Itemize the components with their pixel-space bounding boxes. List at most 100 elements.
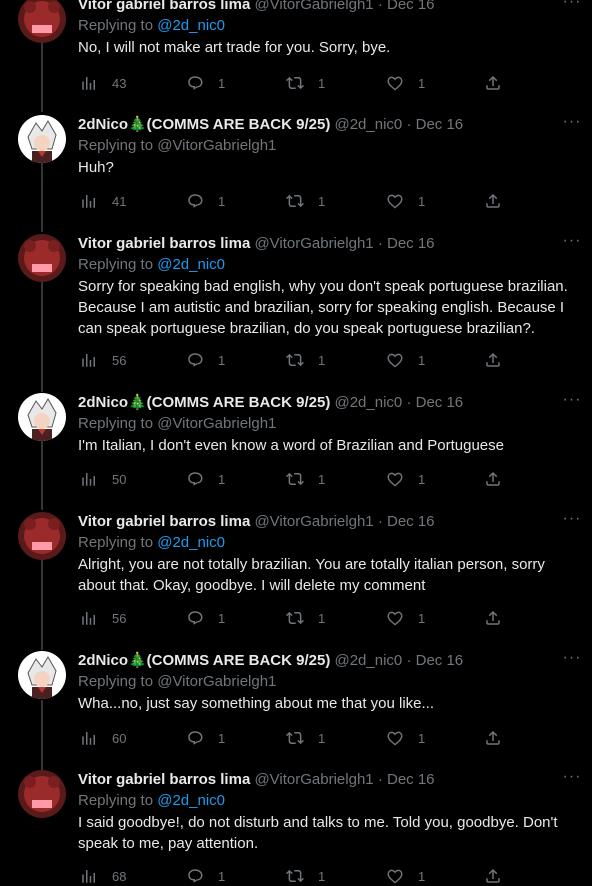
more-icon[interactable]: ···	[562, 511, 582, 532]
author-name[interactable]: Vitor gabriel barros lima	[78, 235, 250, 252]
avatar-image	[18, 115, 66, 163]
replying-handle-link[interactable]: @2d_nic0	[157, 256, 225, 273]
more-icon[interactable]: ···	[562, 769, 582, 790]
avatar-image	[18, 770, 66, 818]
retweet-button[interactable]: 1	[286, 608, 325, 628]
reply-button[interactable]: 1	[186, 469, 225, 489]
share-button[interactable]	[484, 350, 502, 370]
like-button[interactable]: 1	[386, 608, 425, 628]
author-name[interactable]: Vitor gabriel barros lima	[78, 771, 250, 788]
views-button[interactable]: 43	[80, 73, 126, 93]
reply-button[interactable]: 1	[186, 866, 225, 886]
author-name[interactable]: 2dNico🎄(COMMS ARE BACK 9/25)	[78, 652, 330, 669]
tweet[interactable]: Vitor gabriel barros lima @VitorGabrielg…	[0, 0, 592, 105]
share-button[interactable]	[484, 73, 502, 93]
tweet[interactable]: 2dNico🎄(COMMS ARE BACK 9/25) @2d_nic0 · …	[0, 392, 592, 503]
avatar-2dnico[interactable]	[18, 115, 66, 163]
replying-handle-link[interactable]: @VitorGabrielgh1	[157, 415, 276, 432]
retweet-button[interactable]: 1	[286, 191, 325, 211]
like-icon	[387, 76, 403, 91]
author-handle[interactable]: @2d_nic0	[334, 652, 402, 669]
author-name[interactable]: Vitor gabriel barros lima	[78, 513, 250, 530]
views-button[interactable]: 60	[80, 728, 126, 748]
reply-button[interactable]: 1	[186, 350, 225, 370]
like-button[interactable]: 1	[386, 469, 425, 489]
avatar-image	[18, 393, 66, 441]
reply-button[interactable]: 1	[186, 191, 225, 211]
replying-handle-link[interactable]: @VitorGabrielgh1	[157, 137, 276, 154]
like-count: 1	[418, 193, 426, 209]
more-icon[interactable]: ···	[562, 233, 582, 254]
share-button[interactable]	[484, 608, 502, 628]
share-button[interactable]	[484, 191, 502, 211]
share-icon	[486, 75, 500, 90]
more-icon[interactable]: ···	[562, 114, 582, 135]
avatar-2dnico[interactable]	[18, 393, 66, 441]
tweet-date[interactable]: Dec 16	[387, 235, 435, 252]
author-name[interactable]: 2dNico🎄(COMMS ARE BACK 9/25)	[78, 116, 330, 133]
avatar-vitor[interactable]	[18, 0, 66, 43]
like-button[interactable]: 1	[386, 350, 425, 370]
avatar-vitor[interactable]	[18, 770, 66, 818]
views-button[interactable]: 68	[80, 866, 126, 886]
tweet[interactable]: Vitor gabriel barros lima @VitorGabrielg…	[0, 511, 592, 642]
like-button[interactable]: 1	[386, 191, 425, 211]
tweet[interactable]: Vitor gabriel barros lima @VitorGabrielg…	[0, 769, 592, 884]
author-name[interactable]: 2dNico🎄(COMMS ARE BACK 9/25)	[78, 394, 330, 411]
more-icon[interactable]: ···	[562, 392, 582, 413]
like-icon	[387, 472, 403, 487]
views-count: 68	[112, 868, 127, 884]
avatar-vitor[interactable]	[18, 512, 66, 560]
avatar-image	[18, 651, 66, 699]
like-icon	[387, 869, 403, 884]
share-button[interactable]	[484, 728, 502, 748]
reply-button[interactable]: 1	[186, 728, 225, 748]
share-button[interactable]	[484, 866, 502, 886]
author-handle[interactable]: @VitorGabrielgh1	[254, 513, 373, 530]
retweet-button[interactable]: 1	[286, 866, 325, 886]
avatar-image	[18, 234, 66, 282]
like-button[interactable]: 1	[386, 73, 425, 93]
more-icon[interactable]: ···	[562, 650, 582, 671]
replying-handle-link[interactable]: @2d_nic0	[157, 534, 225, 551]
tweet-date[interactable]: Dec 16	[416, 116, 464, 133]
tweet-date[interactable]: Dec 16	[387, 0, 435, 13]
views-button[interactable]: 56	[80, 350, 126, 370]
views-button[interactable]: 50	[80, 469, 126, 489]
tweet-date[interactable]: Dec 16	[387, 771, 435, 788]
views-button[interactable]: 41	[80, 191, 126, 211]
retweet-button[interactable]: 1	[286, 469, 325, 489]
tweet[interactable]: 2dNico🎄(COMMS ARE BACK 9/25) @2d_nic0 · …	[0, 650, 592, 761]
like-button[interactable]: 1	[386, 866, 425, 886]
replying-handle-link[interactable]: @2d_nic0	[157, 792, 225, 809]
like-button[interactable]: 1	[386, 728, 425, 748]
tweet[interactable]: Vitor gabriel barros lima @VitorGabrielg…	[0, 233, 592, 384]
reply-count: 1	[218, 610, 226, 626]
author-handle[interactable]: @2d_nic0	[334, 394, 402, 411]
author-handle[interactable]: @VitorGabrielgh1	[254, 235, 373, 252]
author-handle[interactable]: @2d_nic0	[334, 116, 402, 133]
author-name[interactable]: Vitor gabriel barros lima	[78, 0, 250, 13]
reply-button[interactable]: 1	[186, 73, 225, 93]
views-count: 56	[112, 610, 127, 626]
more-icon[interactable]: ···	[562, 0, 582, 15]
tweet-date[interactable]: Dec 16	[416, 394, 464, 411]
replying-handle-link[interactable]: @2d_nic0	[157, 17, 225, 34]
author-handle[interactable]: @VitorGabrielgh1	[254, 0, 373, 13]
author-handle[interactable]: @VitorGabrielgh1	[254, 771, 373, 788]
avatar-2dnico[interactable]	[18, 651, 66, 699]
views-button[interactable]: 56	[80, 608, 126, 628]
reply-button[interactable]: 1	[186, 608, 225, 628]
tweet-date[interactable]: Dec 16	[416, 652, 464, 669]
avatar-vitor[interactable]	[18, 234, 66, 282]
share-button[interactable]	[484, 469, 502, 489]
tweet[interactable]: 2dNico🎄(COMMS ARE BACK 9/25) @2d_nic0 · …	[0, 114, 592, 225]
retweet-button[interactable]: 1	[286, 728, 325, 748]
retweet-button[interactable]: 1	[286, 350, 325, 370]
share-icon	[486, 471, 500, 486]
retweet-button[interactable]: 1	[286, 73, 325, 93]
replying-handle-link[interactable]: @VitorGabrielgh1	[157, 673, 276, 690]
retweet-count: 1	[318, 75, 326, 91]
tweet-date[interactable]: Dec 16	[387, 513, 435, 530]
tweet-text: I said goodbye!, do not disturb and talk…	[78, 814, 558, 852]
